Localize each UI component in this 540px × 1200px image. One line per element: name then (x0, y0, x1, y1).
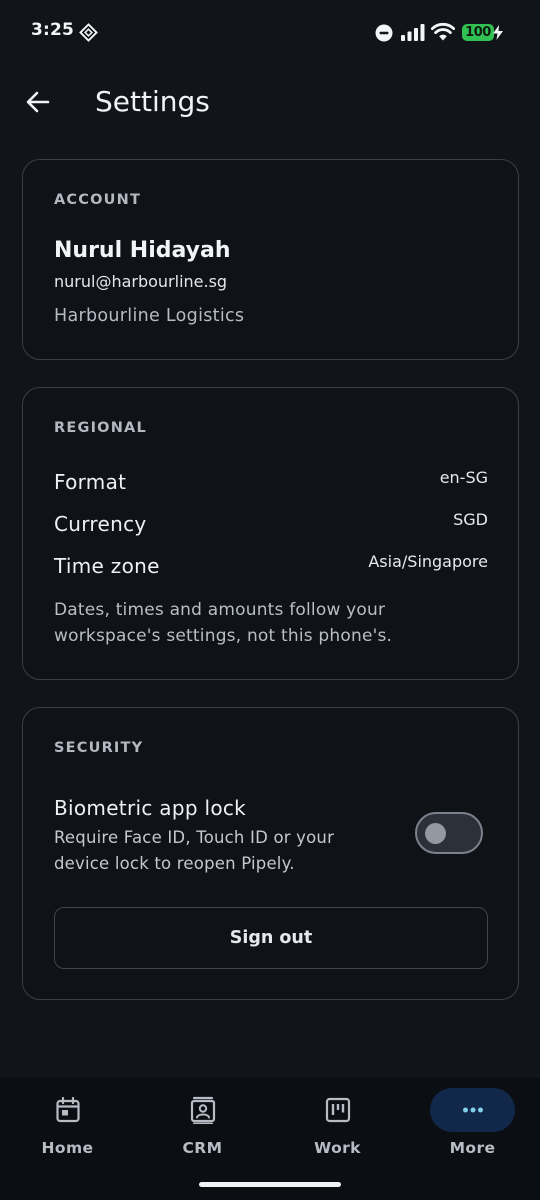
nav-item-work[interactable]: Work (270, 1078, 405, 1173)
regional-card: REGIONAL Format en-SG Currency SGD Time … (22, 387, 519, 680)
more-dots-icon (462, 1107, 483, 1113)
format-label: Format (54, 470, 127, 494)
nav-item-more[interactable]: More (405, 1078, 540, 1173)
status-bar: 3:25 100 (0, 0, 540, 64)
account-email: nurul@harbourline.sg (54, 272, 228, 291)
settings-screen: 3:25 100 Settings ACCOUNT Nurul Hidayah … (0, 0, 540, 1200)
nav-label-more: More (449, 1139, 496, 1157)
account-organization: Harbourline Logistics (54, 306, 245, 326)
time-zone-label: Time zone (54, 554, 160, 578)
app-notification-icon (79, 23, 98, 42)
status-time: 3:25 (31, 20, 75, 40)
toggle-knob (425, 823, 446, 844)
regional-row-format: Format en-SG (54, 468, 488, 500)
do-not-disturb-icon (375, 24, 393, 42)
regional-note: Dates, times and amounts follow your wor… (54, 600, 393, 646)
biometric-lock-description: Require Face ID, Touch ID or your device… (54, 828, 335, 873)
contacts-icon (190, 1096, 215, 1124)
time-zone-value: Asia/Singapore (368, 552, 488, 571)
sign-out-button[interactable]: Sign out (54, 907, 488, 969)
signal-icon (401, 24, 425, 41)
regional-section-label: REGIONAL (54, 420, 147, 436)
format-value: en-SG (439, 468, 488, 487)
nav-item-crm[interactable]: CRM (135, 1078, 270, 1173)
regional-row-currency: Currency SGD (54, 510, 488, 542)
calendar-icon (55, 1096, 80, 1123)
nav-label-crm: CRM (182, 1139, 223, 1157)
nav-label-work: Work (314, 1139, 361, 1157)
currency-value: SGD (453, 510, 488, 529)
battery-indicator: 100 (462, 24, 494, 41)
biometric-lock-toggle[interactable] (415, 812, 483, 854)
nav-label-home: Home (41, 1139, 94, 1157)
security-card: SECURITY Biometric app lock Require Face… (22, 707, 519, 1000)
regional-row-time-zone: Time zone Asia/Singapore (54, 552, 488, 584)
biometric-lock-title: Biometric app lock (54, 796, 247, 820)
home-indicator[interactable] (199, 1182, 341, 1187)
account-section-label: ACCOUNT (54, 192, 142, 208)
page-title: Settings (95, 85, 210, 118)
charging-icon (493, 25, 503, 40)
kanban-icon (325, 1097, 350, 1123)
wifi-icon (431, 22, 455, 41)
security-section-label: SECURITY (54, 740, 144, 756)
currency-label: Currency (54, 512, 147, 536)
account-name: Nurul Hidayah (54, 238, 231, 263)
account-card: ACCOUNT Nurul Hidayah nurul@harbourline.… (22, 159, 519, 360)
back-arrow-icon[interactable] (22, 86, 54, 118)
nav-item-home[interactable]: Home (0, 1078, 135, 1173)
